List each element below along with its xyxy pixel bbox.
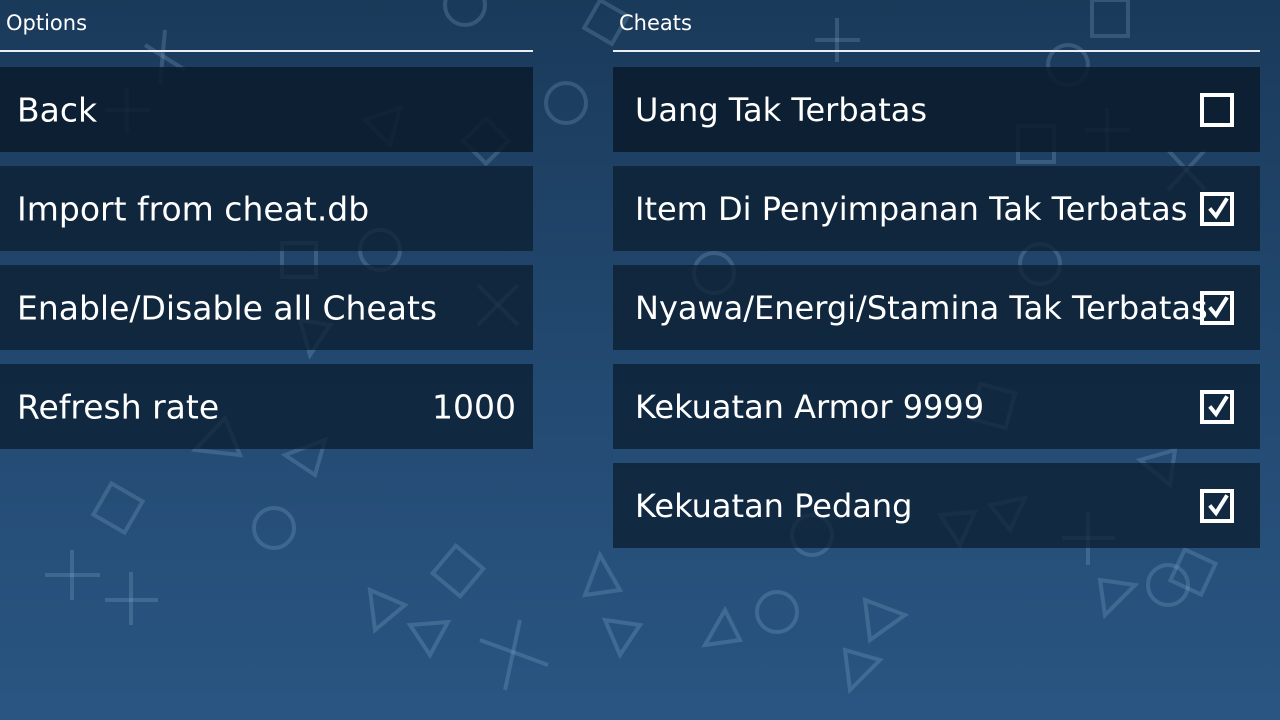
import-cheat-db-button[interactable]: Import from cheat.db: [0, 166, 533, 251]
checkmark-icon: [1208, 493, 1229, 516]
back-button[interactable]: Back: [0, 67, 533, 152]
checkbox-unchecked-icon[interactable]: [1200, 92, 1234, 127]
cheat-item-item-penyimpanan[interactable]: Item Di Penyimpanan Tak Terbatas: [613, 166, 1260, 251]
triangle-icon: [701, 605, 744, 648]
cheat-label: Item Di Penyimpanan Tak Terbatas: [635, 189, 1188, 228]
triangle-icon: [367, 586, 409, 634]
options-title: Options: [6, 11, 88, 35]
cheats-header: Cheats: [613, 0, 1260, 52]
toggle-all-label: Enable/Disable all Cheats: [17, 288, 438, 327]
circle-icon: [252, 506, 296, 550]
cheat-item-kekuatan-pedang[interactable]: Kekuatan Pedang: [613, 463, 1260, 548]
checkmark-icon: [1208, 196, 1229, 219]
options-list: Back Import from cheat.db Enable/Disable…: [0, 67, 533, 463]
cross-icon: [105, 572, 158, 625]
circle-icon: [544, 81, 588, 125]
checkmark-icon: [1208, 394, 1229, 417]
refresh-rate-setting[interactable]: Refresh rate 1000: [0, 364, 533, 449]
checkbox-checked-icon[interactable]: [1200, 389, 1234, 424]
triangle-icon: [406, 619, 452, 659]
checkbox-checked-icon[interactable]: [1200, 290, 1234, 325]
square-icon: [90, 480, 146, 536]
cheat-label: Kekuatan Pedang: [635, 486, 913, 525]
triangle-icon: [842, 647, 884, 695]
circle-icon: [755, 590, 799, 634]
triangle-icon: [1097, 577, 1140, 620]
cheat-label: Kekuatan Armor 9999: [635, 387, 985, 426]
checkbox-checked-icon[interactable]: [1200, 488, 1234, 523]
triangle-icon: [862, 596, 910, 644]
cross-icon: [45, 550, 100, 600]
cheats-panel: Cheats Uang Tak Terbatas Item Di Penyimp…: [613, 0, 1260, 548]
cheat-item-kekuatan-armor[interactable]: Kekuatan Armor 9999: [613, 364, 1260, 449]
import-label: Import from cheat.db: [17, 189, 370, 228]
cheat-label: Nyawa/Energi/Stamina Tak Terbatas: [635, 288, 1208, 327]
checkmark-icon: [1208, 295, 1229, 318]
cheats-list: Uang Tak Terbatas Item Di Penyimpanan Ta…: [613, 67, 1260, 562]
checkbox-checked-icon[interactable]: [1200, 191, 1234, 226]
cheat-item-nyawa-energi-stamina[interactable]: Nyawa/Energi/Stamina Tak Terbatas: [613, 265, 1260, 350]
cheat-item-uang-tak-terbatas[interactable]: Uang Tak Terbatas: [613, 67, 1260, 152]
refresh-rate-value: 1000: [432, 387, 516, 426]
square-icon: [429, 542, 487, 600]
circle-icon: [1146, 563, 1190, 607]
triangle-icon: [601, 617, 644, 660]
toggle-all-cheats-button[interactable]: Enable/Disable all Cheats: [0, 265, 533, 350]
cheats-title: Cheats: [619, 11, 692, 35]
cross-icon: [479, 619, 549, 691]
back-label: Back: [17, 90, 98, 129]
options-header: Options: [0, 0, 533, 52]
refresh-rate-label: Refresh rate: [17, 387, 220, 426]
options-panel: Options Back Import from cheat.db Enable…: [0, 0, 533, 449]
cheat-label: Uang Tak Terbatas: [635, 90, 928, 129]
